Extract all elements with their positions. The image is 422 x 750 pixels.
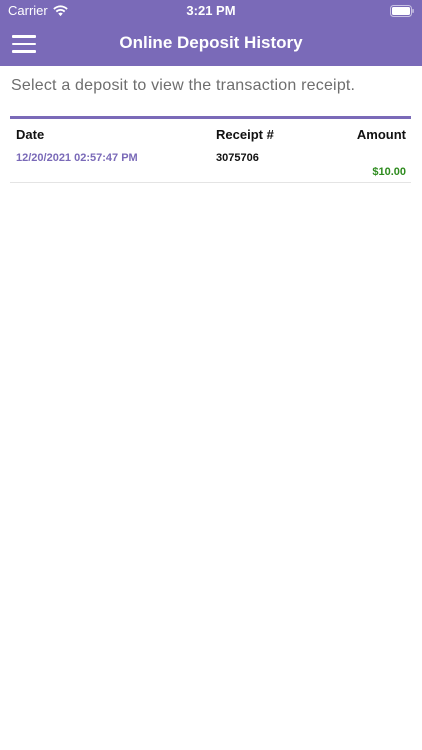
instruction-text: Select a deposit to view the transaction… [11, 77, 356, 94]
table-row[interactable]: 12/20/2021 02:57:47 PM 3075706 $10.00 [10, 147, 411, 183]
battery-icon [390, 5, 414, 17]
receipt-number: 3075706 [216, 152, 259, 164]
deposit-history-screen: Carrier 3:21 PM Online Deposit History S… [0, 0, 422, 750]
deposit-table: Date Receipt # Amount 12/20/2021 02:57:4… [10, 116, 411, 183]
navigation-bar: Online Deposit History [0, 22, 422, 66]
column-header-date: Date [16, 127, 45, 142]
table-header: Date Receipt # Amount [10, 119, 411, 147]
page-title: Online Deposit History [119, 33, 303, 52]
column-header-amount: Amount [356, 127, 406, 142]
status-bar: Carrier 3:21 PM [0, 0, 422, 22]
deposit-amount: $10.00 [372, 166, 406, 178]
column-header-receipt: Receipt # [216, 127, 274, 142]
status-time: 3:21 PM [186, 3, 236, 18]
deposit-date: 12/20/2021 02:57:47 PM [16, 152, 138, 164]
